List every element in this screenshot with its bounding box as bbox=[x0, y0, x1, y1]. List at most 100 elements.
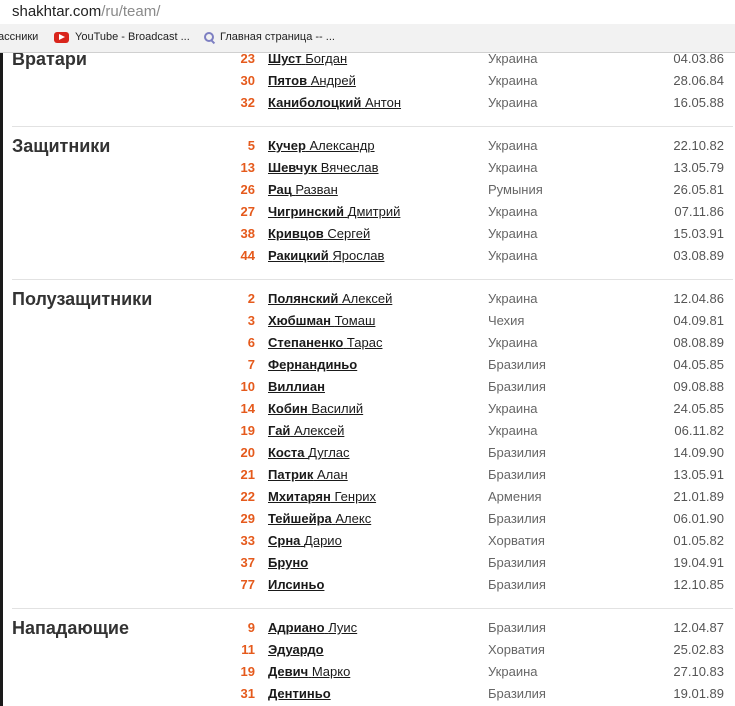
player-number: 32 bbox=[240, 95, 255, 110]
player-row: 14 Кобин Василий Украина 24.05.85 bbox=[0, 401, 735, 423]
player-number: 26 bbox=[240, 182, 255, 197]
player-name-link[interactable]: Чигринский Дмитрий bbox=[268, 204, 400, 219]
player-country: Украина bbox=[488, 291, 538, 306]
player-birth-date: 07.11.86 bbox=[674, 204, 724, 219]
player-last-name: Коста bbox=[268, 445, 305, 460]
player-name-link[interactable]: Кучер Александр bbox=[268, 138, 375, 153]
player-number: 6 bbox=[247, 335, 255, 350]
player-last-name: Ракицкий bbox=[268, 248, 329, 263]
player-name-link[interactable]: Тейшейра Алекс bbox=[268, 511, 371, 526]
player-first-name: Томаш bbox=[334, 313, 376, 328]
bookmark-home-page[interactable]: Главная страница -- ... bbox=[204, 31, 335, 43]
player-last-name: Виллиан bbox=[268, 379, 325, 394]
address-bar[interactable]: shakhtar.com/ru/team/ bbox=[0, 0, 735, 24]
player-name-link[interactable]: Срна Дарио bbox=[268, 533, 342, 548]
player-name-link[interactable]: Пятов Андрей bbox=[268, 73, 356, 88]
player-last-name: Патрик bbox=[268, 467, 314, 482]
player-name-link[interactable]: Полянский Алексей bbox=[268, 291, 392, 306]
player-birth-date: 03.08.89 bbox=[673, 248, 724, 263]
player-name-link[interactable]: Мхитарян Генрих bbox=[268, 489, 376, 504]
player-name-link[interactable]: Степаненко Тарас bbox=[268, 335, 382, 350]
player-number: 77 bbox=[240, 577, 255, 592]
player-birth-date: 27.10.83 bbox=[673, 664, 724, 679]
player-name-link[interactable]: Кобин Василий bbox=[268, 401, 363, 416]
player-name-link[interactable]: Дентиньо bbox=[268, 686, 331, 701]
player-number: 5 bbox=[247, 138, 255, 153]
player-last-name: Кучер bbox=[268, 138, 306, 153]
player-row: 19 Гай Алексей Украина 06.11.82 bbox=[0, 423, 735, 445]
player-birth-date: 24.05.85 bbox=[673, 401, 724, 416]
player-birth-date: 06.11.82 bbox=[674, 423, 724, 438]
bookmark-youtube[interactable]: YouTube - Broadcast ... bbox=[54, 31, 190, 43]
player-name-link[interactable]: Девич Марко bbox=[268, 664, 350, 679]
player-name-link[interactable]: Ракицкий Ярослав bbox=[268, 248, 384, 263]
player-first-name: Дарио bbox=[304, 533, 342, 548]
player-row: 5 Кучер Александр Украина 22.10.82 bbox=[0, 138, 735, 160]
player-name-link[interactable]: Хюбшман Томаш bbox=[268, 313, 375, 328]
player-first-name: Разван bbox=[295, 182, 338, 197]
url-text[interactable]: shakhtar.com/ru/team/ bbox=[12, 3, 160, 20]
player-last-name: Адриано bbox=[268, 620, 325, 635]
player-name-link[interactable]: Коста Дуглас bbox=[268, 445, 350, 460]
player-last-name: Тейшейра bbox=[268, 511, 332, 526]
player-name-link[interactable]: Каниболоцкий Антон bbox=[268, 95, 401, 110]
bookmark-label: YouTube - Broadcast ... bbox=[75, 31, 190, 43]
player-country: Украина bbox=[488, 95, 538, 110]
player-last-name: Фернандиньо bbox=[268, 357, 358, 372]
player-birth-date: 19.01.89 bbox=[673, 686, 724, 701]
player-birth-date: 19.04.91 bbox=[673, 555, 724, 570]
player-name-link[interactable]: Шевчук Вячеслав bbox=[268, 160, 379, 175]
player-birth-date: 12.10.85 bbox=[673, 577, 724, 592]
player-country: Бразилия bbox=[488, 577, 546, 592]
player-row: 20 Коста Дуглас Бразилия 14.09.90 bbox=[0, 445, 735, 467]
player-name-link[interactable]: Кривцов Сергей bbox=[268, 226, 370, 241]
player-name-link[interactable]: Патрик Алан bbox=[268, 467, 348, 482]
bookmark-odnoklassniki[interactable]: ассники bbox=[0, 31, 38, 43]
player-row: 27 Чигринский Дмитрий Украина 07.11.86 bbox=[0, 204, 735, 226]
player-first-name: Луис bbox=[328, 620, 358, 635]
player-first-name: Алексей bbox=[294, 423, 345, 438]
player-name-link[interactable]: Гай Алексей bbox=[268, 423, 344, 438]
player-name-link[interactable]: Виллиан bbox=[268, 379, 325, 394]
player-name-link[interactable]: Адриано Луис bbox=[268, 620, 357, 635]
section-divider bbox=[12, 126, 733, 127]
search-engine-icon bbox=[204, 32, 214, 42]
player-country: Украина bbox=[488, 73, 538, 88]
player-first-name: Дмитрий bbox=[347, 204, 401, 219]
player-country: Румыния bbox=[488, 182, 543, 197]
player-country: Украина bbox=[488, 53, 538, 66]
player-name-link[interactable]: Эдуардо bbox=[268, 642, 324, 657]
player-name-link[interactable]: Илсиньо bbox=[268, 577, 324, 592]
player-birth-date: 12.04.87 bbox=[673, 620, 724, 635]
player-first-name: Ярослав bbox=[332, 248, 385, 263]
player-last-name: Степаненко bbox=[268, 335, 344, 350]
player-row: 7 Фернандиньо Бразилия 04.05.85 bbox=[0, 357, 735, 379]
player-country: Бразилия bbox=[488, 511, 546, 526]
player-row: 31 Дентиньо Бразилия 19.01.89 bbox=[0, 686, 735, 706]
player-name-link[interactable]: Бруно bbox=[268, 555, 308, 570]
player-first-name: Вячеслав bbox=[320, 160, 379, 175]
player-row: 13 Шевчук Вячеслав Украина 13.05.79 bbox=[0, 160, 735, 182]
player-name-link[interactable]: Фернандиньо bbox=[268, 357, 357, 372]
player-number: 2 bbox=[247, 291, 255, 306]
player-birth-date: 04.09.81 bbox=[673, 313, 724, 328]
player-number: 38 bbox=[240, 226, 255, 241]
player-name-link[interactable]: Рац Разван bbox=[268, 182, 338, 197]
url-path: /ru/team/ bbox=[101, 3, 161, 20]
player-row: 11 Эдуардо Хорватия 25.02.83 bbox=[0, 642, 735, 664]
player-last-name: Бруно bbox=[268, 555, 309, 570]
player-country: Украина bbox=[488, 204, 538, 219]
player-row: 10 Виллиан Бразилия 09.08.88 bbox=[0, 379, 735, 401]
player-row: 2 Полянский Алексей Украина 12.04.86 bbox=[0, 291, 735, 313]
player-country: Украина bbox=[488, 423, 538, 438]
player-row: 77 Илсиньо Бразилия 12.10.85 bbox=[0, 577, 735, 599]
url-domain: shakhtar.com bbox=[12, 3, 102, 20]
player-birth-date: 21.01.89 bbox=[673, 489, 724, 504]
player-first-name: Александр bbox=[309, 138, 375, 153]
player-first-name: Генрих bbox=[334, 489, 377, 504]
player-name-link[interactable]: Шуст Богдан bbox=[268, 53, 347, 66]
bookmark-label: ассники bbox=[0, 31, 39, 43]
player-number: 27 bbox=[240, 204, 255, 219]
player-last-name: Кривцов bbox=[268, 226, 324, 241]
player-first-name: Алексей bbox=[342, 291, 393, 306]
